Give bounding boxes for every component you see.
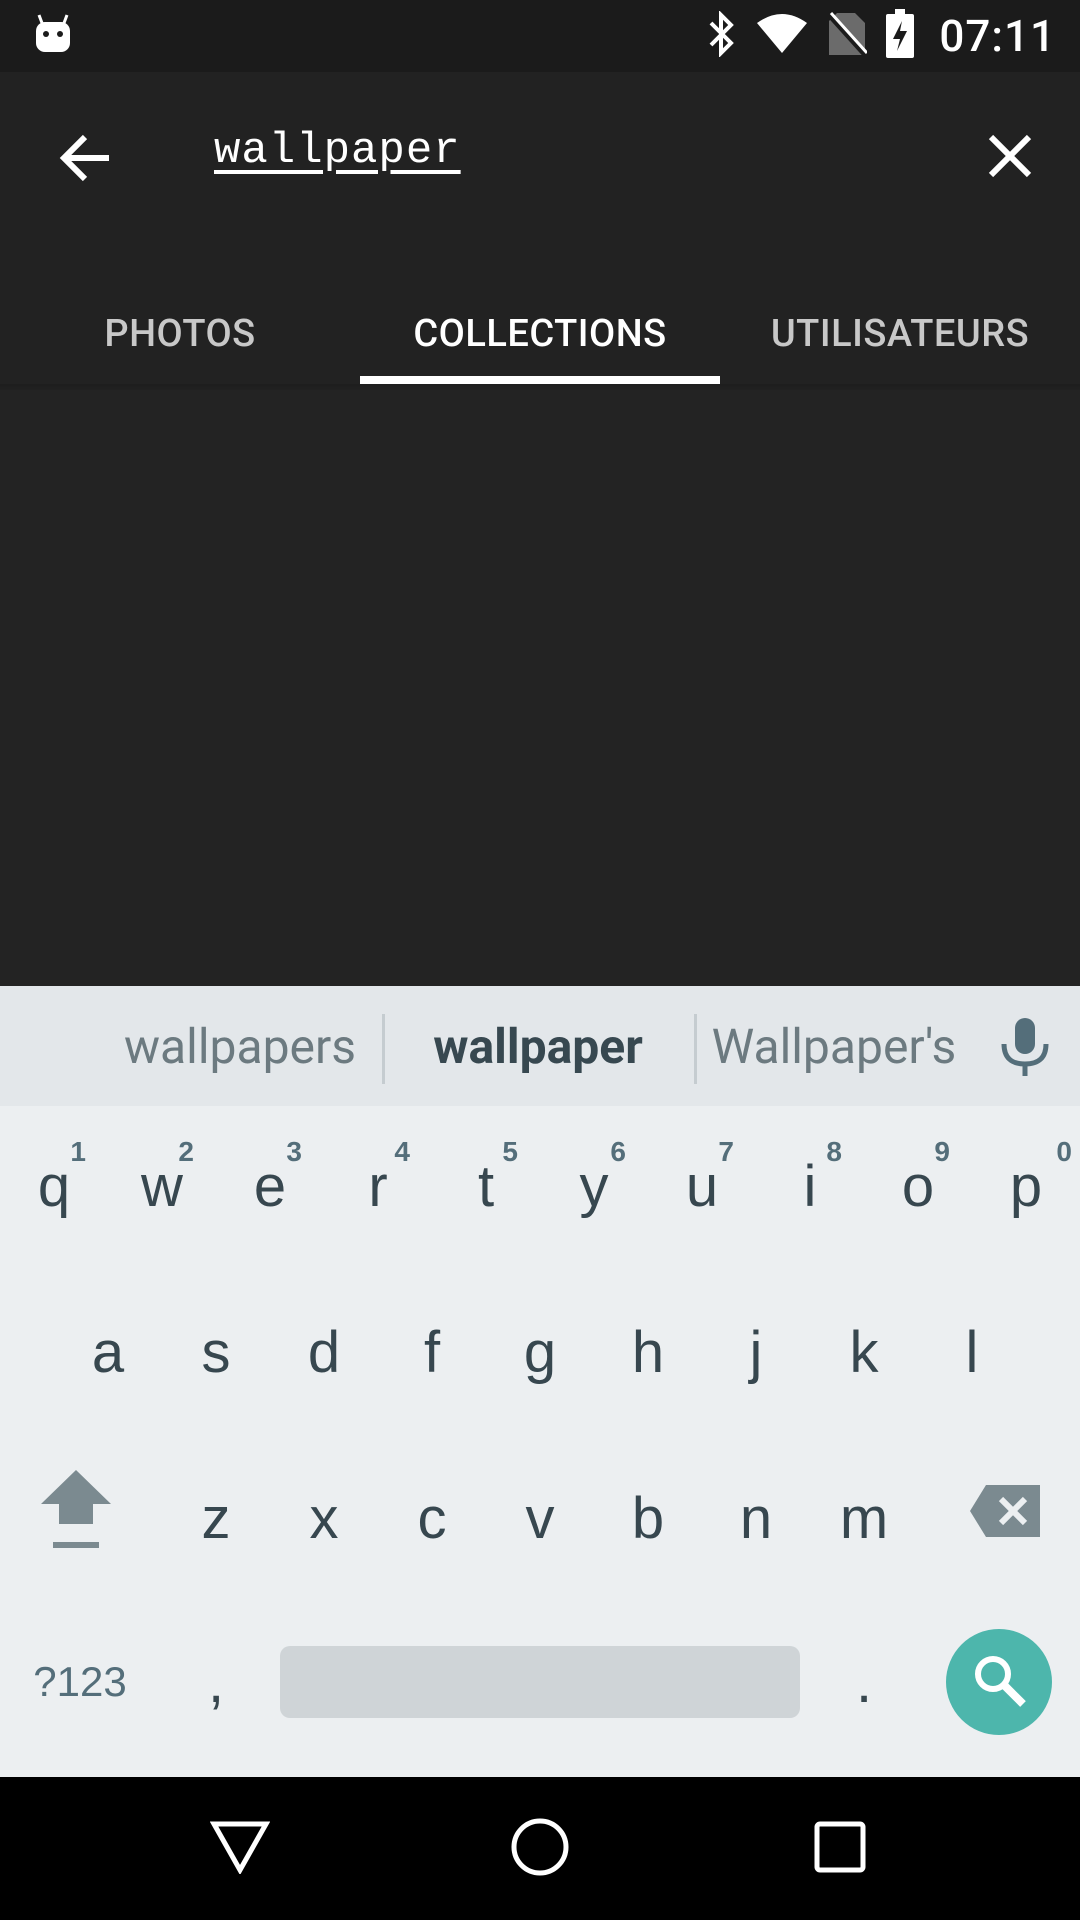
arrow-back-icon (59, 133, 113, 187)
suggestion-right[interactable]: Wallpaper's (704, 986, 964, 1106)
key-b[interactable]: b (594, 1438, 702, 1598)
key-r[interactable]: r4 (324, 1106, 432, 1266)
key-hint: 5 (502, 1136, 518, 1167)
key-hint: 3 (286, 1136, 302, 1167)
collections-results-area (0, 390, 1080, 986)
battery-charging-icon (885, 9, 915, 63)
key-l[interactable]: l (918, 1272, 1026, 1432)
key-label: q (37, 1153, 71, 1219)
key-label: r (368, 1153, 388, 1219)
key-c[interactable]: c (378, 1438, 486, 1598)
backspace-key[interactable] (950, 1438, 1060, 1598)
key-label: w (141, 1153, 183, 1219)
clock: 07:11 (939, 10, 1056, 62)
key-hint: 7 (718, 1136, 734, 1167)
key-t[interactable]: t5 (432, 1106, 540, 1266)
no-sim-icon (827, 11, 869, 61)
key-q[interactable]: q1 (0, 1106, 108, 1266)
search-action-key[interactable] (946, 1629, 1052, 1735)
key-w[interactable]: w2 (108, 1106, 216, 1266)
search-input[interactable]: wallpaper (214, 126, 461, 176)
close-icon (987, 133, 1033, 183)
wifi-icon (755, 13, 809, 59)
key-hint: 1 (70, 1136, 86, 1167)
nav-back-button[interactable] (170, 1777, 310, 1920)
tab-photos[interactable]: PHOTOS (0, 282, 360, 386)
key-z[interactable]: z (162, 1438, 270, 1598)
key-s[interactable]: s (162, 1272, 270, 1432)
navigation-bar (0, 1777, 1080, 1920)
key-v[interactable]: v (486, 1438, 594, 1598)
key-e[interactable]: e3 (216, 1106, 324, 1266)
key-o[interactable]: o9 (864, 1106, 972, 1266)
key-hint: 0 (1056, 1136, 1072, 1167)
backspace-icon (968, 1483, 1042, 1553)
key-label: y (579, 1153, 609, 1219)
android-notification-icon (34, 14, 72, 58)
symbols-key[interactable]: ?123 (20, 1602, 140, 1762)
nav-recents-button[interactable] (770, 1777, 910, 1920)
key-label: u (685, 1153, 719, 1219)
search-icon (971, 1652, 1027, 1712)
square-recents-icon (813, 1820, 867, 1878)
key-i[interactable]: i8 (756, 1106, 864, 1266)
key-a[interactable]: a (54, 1272, 162, 1432)
key-m[interactable]: m (810, 1438, 918, 1598)
triangle-back-icon (209, 1820, 271, 1878)
key-period[interactable]: . (810, 1602, 918, 1762)
key-d[interactable]: d (270, 1272, 378, 1432)
key-hint: 9 (934, 1136, 950, 1167)
suggestion-strip: wallpapers wallpaper Wallpaper's (0, 986, 1080, 1106)
shift-icon (39, 1466, 113, 1570)
space-bar[interactable] (280, 1646, 800, 1718)
tab-collections[interactable]: COLLECTIONS (360, 282, 720, 386)
shift-key[interactable] (20, 1438, 132, 1598)
key-hint: 2 (178, 1136, 194, 1167)
key-k[interactable]: k (810, 1272, 918, 1432)
key-p[interactable]: p0 (972, 1106, 1080, 1266)
suggestion-divider (382, 1014, 385, 1084)
microphone-icon[interactable] (996, 1016, 1054, 1082)
key-x[interactable]: x (270, 1438, 378, 1598)
status-bar: 07:11 (0, 0, 1080, 72)
bluetooth-icon (707, 10, 737, 61)
key-label: t (477, 1153, 495, 1219)
clear-search-button[interactable] (974, 122, 1046, 194)
key-g[interactable]: g (486, 1272, 594, 1432)
key-u[interactable]: u7 (648, 1106, 756, 1266)
key-label: e (253, 1153, 287, 1219)
key-h[interactable]: h (594, 1272, 702, 1432)
key-hint: 8 (826, 1136, 842, 1167)
key-f[interactable]: f (378, 1272, 486, 1432)
key-comma[interactable]: , (162, 1602, 270, 1762)
key-label: p (1009, 1153, 1043, 1219)
suggestion-center[interactable]: wallpaper (392, 986, 684, 1106)
key-label: o (901, 1153, 935, 1219)
key-y[interactable]: y6 (540, 1106, 648, 1266)
key-label: i (803, 1153, 817, 1219)
key-hint: 4 (394, 1136, 410, 1167)
soft-keyboard: wallpapers wallpaper Wallpaper's q1 w2 e… (0, 986, 1080, 1777)
active-tab-indicator (360, 376, 720, 384)
circle-home-icon (510, 1817, 570, 1881)
key-n[interactable]: n (702, 1438, 810, 1598)
key-j[interactable]: j (702, 1272, 810, 1432)
key-hint: 6 (610, 1136, 626, 1167)
tab-bar: PHOTOS COLLECTIONS UTILISATEURS (0, 282, 1080, 386)
tab-utilisateurs[interactable]: UTILISATEURS (720, 282, 1080, 386)
nav-home-button[interactable] (470, 1777, 610, 1920)
suggestion-divider (694, 1014, 697, 1084)
back-button[interactable] (50, 124, 122, 196)
suggestion-left[interactable]: wallpapers (110, 986, 370, 1106)
